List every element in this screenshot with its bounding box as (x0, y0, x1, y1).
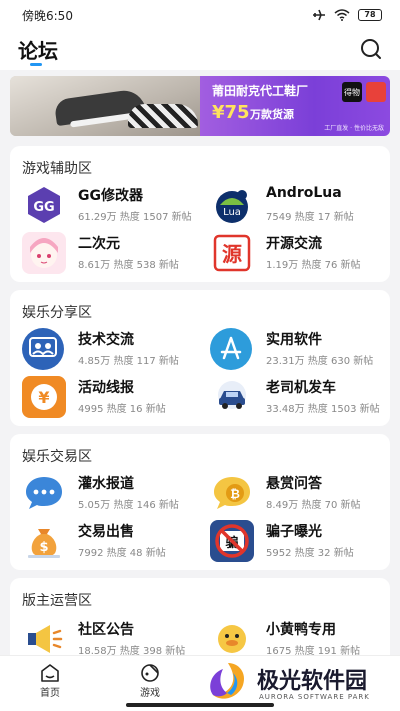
promo-banner[interactable]: 莆田耐克代工鞋厂 得物 ¥75 万款货源 工厂直发 · 性价比无敌 (10, 76, 390, 136)
forum-name: GG修改器 (78, 188, 143, 204)
banner-tagline: 工厂直发 · 性价比无敌 (324, 125, 384, 132)
forum-stats: 4995 热度 16 新帖 (78, 404, 166, 415)
svg-text:GG: GG (33, 200, 54, 215)
app-store-icon (210, 328, 252, 370)
yellow-duck-icon (210, 618, 254, 660)
open-source-icon: 源 (210, 232, 254, 274)
nav-games[interactable]: 游戏 (120, 660, 180, 704)
forum-stats: 8.61万 热度 538 新帖 (78, 260, 179, 271)
forum-bounty-qa[interactable]: ₿ 悬赏问答 8.49万 热度 70 新帖 (210, 472, 390, 514)
nav-label: 首页 (40, 688, 60, 699)
forum-trade-sell[interactable]: $ 交易出售 7992 热度 48 新帖 (22, 520, 202, 562)
forum-community-notice[interactable]: 社区公告 18.58万 热度 398 新帖 (22, 618, 202, 660)
forum-name: 社区公告 (78, 622, 134, 638)
forum-veteran-driver[interactable]: 老司机发车 33.48万 热度 1503 新帖 (210, 376, 390, 418)
brand-logo-red (366, 82, 386, 102)
anime-girl-icon (22, 232, 66, 274)
aurora-logo-icon (210, 663, 245, 699)
nav-label: 游戏 (140, 688, 160, 699)
banner-subtitle: 万款货源 (250, 108, 294, 121)
forum-name: 交易出售 (78, 524, 134, 540)
gamepad-icon (141, 664, 159, 682)
wifi-icon (334, 9, 350, 21)
section-game-assist: 游戏辅助区 GG GG修改器 61.29万 热度 1507 新帖 Lua And… (10, 146, 390, 282)
forum-name: 老司机发车 (266, 380, 336, 396)
forum-name: AndroLua (266, 185, 342, 201)
watermark-text: 极光软件园 (257, 669, 368, 694)
banner-text-area: 莆田耐克代工鞋厂 得物 ¥75 万款货源 工厂直发 · 性价比无敌 (202, 76, 390, 136)
forum-stats: 1.19万 热度 76 新帖 (266, 260, 361, 271)
svg-text:¥: ¥ (38, 388, 49, 407)
bitcoin-bubble-icon: ₿ (210, 472, 254, 514)
banner-title: 莆田耐克代工鞋厂 (212, 84, 309, 98)
money-bag-icon: $ (22, 520, 66, 562)
svg-text:₿: ₿ (230, 487, 240, 501)
forum-stats: 5952 热度 32 新帖 (266, 548, 354, 559)
search-icon[interactable] (358, 36, 384, 62)
forum-tech-exchange[interactable]: 技术交流 4.85万 热度 117 新帖 (22, 328, 202, 370)
forum-open-source[interactable]: 源 开源交流 1.19万 热度 76 新帖 (210, 232, 390, 274)
forum-name: 骗子曝光 (266, 524, 322, 540)
forum-useful-software[interactable]: 实用软件 23.31万 热度 630 新帖 (210, 328, 390, 370)
sneaker-image (10, 76, 200, 136)
yen-coin-icon: ¥ (22, 376, 66, 418)
status-bar: 傍晚6:50 78 (0, 0, 400, 30)
forum-stats: 5.05万 热度 146 新帖 (78, 500, 179, 511)
forum-scam-exposure[interactable]: 骗 骗子曝光 5952 热度 32 新帖 (210, 520, 390, 562)
car-icon (210, 376, 254, 418)
svg-text:源: 源 (222, 242, 242, 266)
forum-stats: 61.29万 热度 1507 新帖 (78, 212, 192, 223)
brand-logo: 得物 (342, 82, 362, 102)
forum-name: 开源交流 (266, 236, 322, 252)
forum-stats: 33.48万 热度 1503 新帖 (266, 404, 380, 415)
section-entertainment-trade: 娱乐交易区 灌水报道 5.05万 热度 146 新帖 ₿ 悬赏问答 8.49万 … (10, 434, 390, 570)
forum-stats: 7549 热度 17 新帖 (266, 212, 354, 223)
chat-bubble-icon (22, 472, 66, 514)
forum-androlua[interactable]: Lua AndroLua 7549 热度 17 新帖 (210, 184, 390, 226)
banner-price: ¥75 (212, 102, 250, 123)
forum-name: 活动线报 (78, 380, 134, 396)
page-title: 论坛 (18, 39, 58, 63)
forum-yellow-duck[interactable]: 小黄鸭专用 1675 热度 191 新帖 (210, 618, 390, 660)
forum-gg-modifier[interactable]: GG GG修改器 61.29万 热度 1507 新帖 (22, 184, 202, 226)
forum-name: 悬赏问答 (266, 476, 322, 492)
forum-stats: 8.49万 热度 70 新帖 (266, 500, 361, 511)
forum-name: 小黄鸭专用 (266, 622, 336, 638)
home-icon (41, 664, 59, 682)
battery-icon: 78 (358, 9, 382, 21)
forum-stats: 23.31万 热度 630 新帖 (266, 356, 374, 367)
title-underline (30, 63, 42, 66)
forum-name: 实用软件 (266, 332, 322, 348)
section-entertainment-share: 娱乐分享区 技术交流 4.85万 热度 117 新帖 实用软件 23.31万 热… (10, 290, 390, 426)
people-chat-icon (22, 328, 64, 370)
forum-name: 灌水报道 (78, 476, 134, 492)
forum-stats: 4.85万 热度 117 新帖 (78, 356, 179, 367)
forum-stats: 7992 热度 48 新帖 (78, 548, 166, 559)
forum-activities[interactable]: ¥ 活动线报 4995 热度 16 新帖 (22, 376, 202, 418)
megaphone-icon (22, 618, 66, 660)
section-title: 版主运营区 (22, 593, 92, 609)
forum-name: 技术交流 (78, 332, 134, 348)
nav-home[interactable]: 首页 (20, 660, 80, 704)
svg-text:Lua: Lua (223, 207, 241, 218)
gg-modifier-icon: GG (22, 184, 66, 226)
no-scam-icon: 骗 (210, 520, 254, 562)
forum-water-report[interactable]: 灌水报道 5.05万 热度 146 新帖 (22, 472, 202, 514)
status-time: 傍晚6:50 (22, 8, 73, 23)
section-title: 娱乐分享区 (22, 305, 92, 321)
forum-name: 二次元 (78, 236, 120, 252)
airplane-icon (313, 9, 325, 21)
androlua-icon: Lua (210, 184, 254, 226)
header: 论坛 (0, 30, 400, 70)
status-icons: 78 (312, 9, 382, 21)
home-indicator (126, 703, 274, 707)
svg-text:$: $ (39, 540, 48, 555)
forum-anime[interactable]: 二次元 8.61万 热度 538 新帖 (22, 232, 202, 274)
section-title: 游戏辅助区 (22, 161, 92, 177)
section-title: 娱乐交易区 (22, 449, 92, 465)
watermark-subtext: AURORA SOFTWARE PARK (259, 693, 370, 701)
